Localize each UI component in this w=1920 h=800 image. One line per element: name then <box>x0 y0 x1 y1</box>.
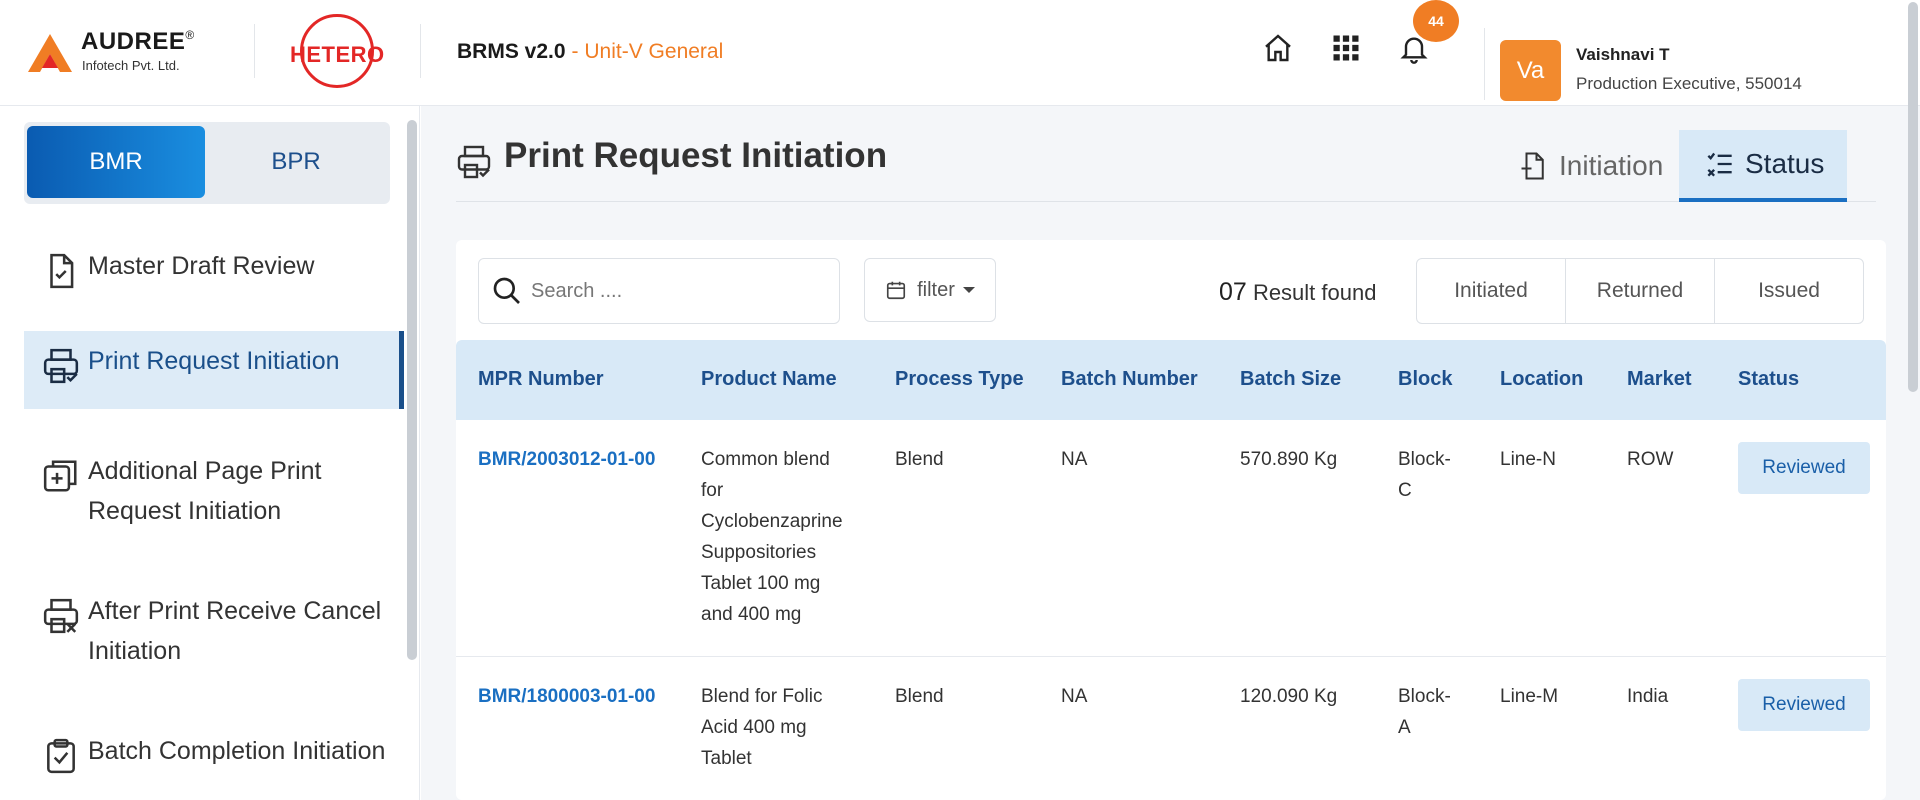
location: Line-N <box>1500 449 1556 470</box>
batch-number: NA <box>1061 449 1088 470</box>
page-header: Print Request Initiation Initiation Stat… <box>456 106 1876 202</box>
mpr-number-link[interactable]: BMR/1800003-01-00 <box>478 681 655 712</box>
status-filter-segments: Initiated Returned Issued <box>1416 258 1864 324</box>
market: India <box>1627 686 1669 707</box>
results-count: 07 Result found <box>1219 278 1376 307</box>
tab-initiation[interactable]: Initiation <box>1519 130 1663 202</box>
column-header[interactable]: Market <box>1627 368 1691 391</box>
header-divider <box>420 24 421 78</box>
column-header[interactable]: Status <box>1738 368 1799 391</box>
column-header[interactable]: Batch Number <box>1061 368 1198 391</box>
batch-size: 570.890 Kg <box>1240 449 1338 470</box>
sidebar-item-label: Additional Page Print Request Initiation <box>88 457 322 525</box>
column-header[interactable]: Product Name <box>701 368 851 391</box>
file-plus-icon <box>1521 152 1544 180</box>
app-title: BRMS v2.0- Unit-V General <box>457 40 723 64</box>
filter-label: filter <box>917 278 955 301</box>
audree-logo-icon <box>28 34 72 72</box>
app-name: BRMS v2.0 <box>457 40 566 63</box>
sidebar-item-label: Master Draft Review <box>88 252 315 280</box>
header-divider <box>1484 28 1485 100</box>
printer-check-icon <box>43 348 79 384</box>
sidebar-item-label: Print Request Initiation <box>88 347 340 375</box>
app-unit: - Unit-V General <box>571 40 724 63</box>
toggle-bmr[interactable]: BMR <box>27 126 205 198</box>
chevron-down-icon <box>962 287 975 293</box>
tab-status-label: Status <box>1745 148 1825 179</box>
location: Line-M <box>1500 686 1559 707</box>
table-header: MPR Number Product Name Process Type Bat… <box>456 340 1886 420</box>
home-button[interactable] <box>1260 30 1296 66</box>
column-header[interactable]: Batch Size <box>1240 368 1341 391</box>
avatar[interactable]: Va <box>1500 40 1561 101</box>
sidebar-item-batch-completion[interactable]: Batch Completion Initiation <box>24 731 404 800</box>
column-header[interactable]: Location <box>1500 368 1583 391</box>
batch-number: NA <box>1061 686 1088 707</box>
calendar-icon <box>887 281 906 300</box>
record-type-toggle: BMR BPR <box>24 122 390 204</box>
results-card: filter 07 Result found Initiated Returne… <box>456 240 1886 800</box>
product-name: Common blend for Cyclobenzaprine Supposi… <box>701 449 843 625</box>
sidebar-item-master-draft-review[interactable]: Master Draft Review <box>24 246 404 306</box>
column-header[interactable]: Process Type <box>895 368 1024 391</box>
tab-status[interactable]: Status <box>1679 130 1847 202</box>
header-divider <box>254 24 255 78</box>
top-header: AUDREE® Infotech Pvt. Ltd. HETERO BRMS v… <box>0 0 1920 106</box>
home-icon <box>1265 34 1291 62</box>
notification-badge: 44 <box>1413 0 1459 42</box>
status-badge: Reviewed <box>1738 679 1870 731</box>
clipboard-check-icon <box>47 738 75 774</box>
block: Block-A <box>1398 686 1451 738</box>
user-role: Production Executive, 550014 <box>1576 74 1802 93</box>
sidebar: BMR BPR Master Draft Review Print Reques… <box>0 106 420 800</box>
copy-plus-icon <box>43 460 77 492</box>
search-box[interactable] <box>478 258 840 324</box>
main-content: Print Request Initiation Initiation Stat… <box>421 106 1920 800</box>
batch-size: 120.090 Kg <box>1240 686 1338 707</box>
sidebar-item-after-print-receive-cancel[interactable]: After Print Receive Cancel Initiation <box>24 591 404 681</box>
tab-initiation-label: Initiation <box>1559 150 1664 181</box>
segment-issued[interactable]: Issued <box>1715 259 1863 323</box>
table-row: BMR/1800003-01-00 Blend for Folic Acid 4… <box>456 657 1886 800</box>
column-header[interactable]: Block <box>1398 368 1458 391</box>
brand-name: AUDREE® <box>81 28 195 55</box>
process-type: Blend <box>895 686 944 707</box>
sidebar-item-additional-page-print[interactable]: Additional Page Print Request Initiation <box>24 451 404 541</box>
segment-returned[interactable]: Returned <box>1566 259 1715 323</box>
mpr-number-link[interactable]: BMR/2003012-01-00 <box>478 444 655 475</box>
apps-grid-icon <box>1333 35 1359 61</box>
segment-initiated[interactable]: Initiated <box>1417 259 1566 323</box>
sidebar-item-label: Batch Completion Initiation <box>88 737 386 765</box>
checklist-icon <box>1707 152 1732 177</box>
apps-grid-button[interactable] <box>1328 30 1364 66</box>
sidebar-item-label: After Print Receive Cancel Initiation <box>88 597 382 665</box>
filter-button[interactable]: filter <box>864 258 996 322</box>
audree-logo: AUDREE® Infotech Pvt. Ltd. <box>28 28 218 78</box>
printer-check-icon <box>457 145 491 179</box>
brand-subtitle: Infotech Pvt. Ltd. <box>82 58 180 73</box>
table-row: BMR/2003012-01-00 Common blend for Cyclo… <box>456 420 1886 657</box>
block: Block-C <box>1398 449 1451 501</box>
search-input[interactable] <box>531 279 831 303</box>
results-number: 07 <box>1219 278 1247 306</box>
hetero-logo: HETERO <box>284 14 384 92</box>
printer-cancel-icon <box>43 598 79 634</box>
search-icon <box>493 277 520 304</box>
sidebar-item-print-request-initiation[interactable]: Print Request Initiation <box>24 331 404 409</box>
process-type: Blend <box>895 449 944 470</box>
results-label: Result found <box>1252 280 1377 305</box>
hetero-logo-text: HETERO <box>290 42 385 67</box>
sidebar-scrollbar[interactable] <box>407 120 417 660</box>
user-name: Vaishnavi T <box>1576 45 1670 64</box>
page-title: Print Request Initiation <box>504 136 888 175</box>
document-check-icon <box>50 253 74 289</box>
page-scrollbar[interactable] <box>1908 2 1918 392</box>
toggle-bpr[interactable]: BPR <box>207 126 385 198</box>
column-header[interactable]: MPR Number <box>478 368 604 391</box>
market: ROW <box>1627 449 1674 470</box>
product-name: Blend for Folic Acid 400 mg Tablet <box>701 686 823 769</box>
status-badge: Reviewed <box>1738 442 1870 494</box>
